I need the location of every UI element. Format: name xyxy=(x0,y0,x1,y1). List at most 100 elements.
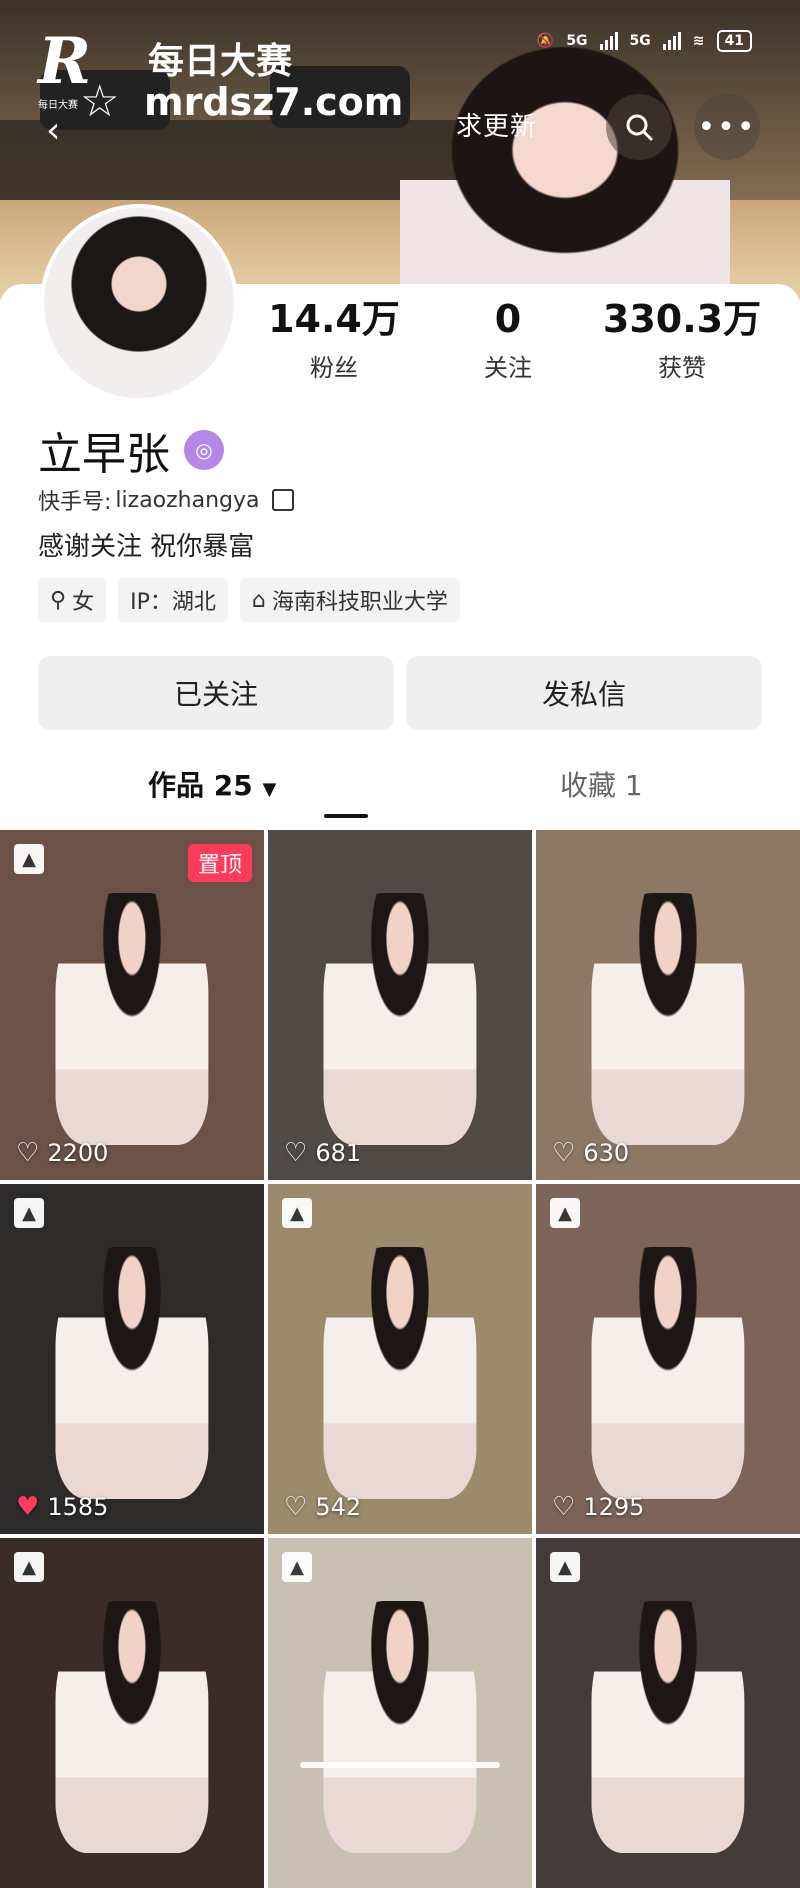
chevron-down-icon: ▼ xyxy=(262,779,277,800)
ip-location-tag: IP：湖北 xyxy=(118,578,228,622)
wifi-icon: ≋ xyxy=(692,33,705,49)
likes-received-count: 330.3万 xyxy=(602,297,762,341)
heart-outline-icon: ♡ xyxy=(284,1492,308,1522)
search-button[interactable] xyxy=(606,94,672,160)
post-photo-subject xyxy=(55,1247,209,1499)
post-photo-subject xyxy=(55,893,209,1145)
image-post-icon: ▲ xyxy=(14,1552,44,1582)
likes-stat[interactable]: 330.3万 获赞 xyxy=(592,296,772,383)
more-dots-icon: ••• xyxy=(697,109,757,145)
gender-tag: ⚲ 女 xyxy=(38,578,107,622)
home-indicator[interactable] xyxy=(300,1762,500,1768)
likes-received-label: 获赞 xyxy=(658,354,706,382)
post-thumbnail[interactable]: ▲ ♡ 542 xyxy=(268,1184,532,1534)
profile-tags: ⚲ 女 IP：湖北 ⌂ 海南科技职业大学 xyxy=(38,578,460,622)
heart-filled-icon: ♥ xyxy=(16,1492,40,1522)
heart-outline-icon: ♡ xyxy=(16,1138,40,1168)
post-thumbnail[interactable]: ▲ 置顶 ♡ 2200 xyxy=(0,830,264,1180)
post-like-count-row: ♡ 2200 xyxy=(16,1138,108,1168)
post-like-count-row: ♡ 542 xyxy=(284,1492,361,1522)
tab-works-label: 作品 25 xyxy=(148,769,253,802)
post-thumbnail[interactable]: ▲ xyxy=(268,1538,532,1888)
post-photo-subject xyxy=(591,893,745,1145)
female-icon: ⚲ xyxy=(50,587,67,613)
copy-icon[interactable] xyxy=(271,489,294,511)
avatar[interactable] xyxy=(40,204,238,402)
heart-outline-icon: ♡ xyxy=(552,1492,576,1522)
post-thumbnail[interactable]: ▲ xyxy=(536,1538,800,1888)
active-tab-indicator xyxy=(324,814,368,818)
battery-indicator: 41 xyxy=(716,30,752,52)
image-post-icon: ▲ xyxy=(550,1552,580,1582)
graduation-cap-icon: ⌂ xyxy=(251,587,266,613)
post-like-count: 542 xyxy=(315,1493,362,1521)
following-count: 0 xyxy=(494,297,522,341)
request-update-button[interactable]: 求更新 xyxy=(456,106,537,143)
post-photo-subject xyxy=(591,1247,745,1499)
school-tag-text: 海南科技职业大学 xyxy=(271,590,448,615)
post-like-count-row: ♡ 681 xyxy=(284,1138,361,1168)
gender-tag-text: 女 xyxy=(72,590,95,615)
heart-outline-icon: ♡ xyxy=(284,1138,308,1168)
verified-badge-icon[interactable]: ◎ xyxy=(184,430,224,470)
followed-button[interactable]: 已关注 xyxy=(38,656,394,730)
network-label-1: 5G xyxy=(566,33,588,49)
post-thumbnail[interactable]: ♡ 630 xyxy=(536,830,800,1180)
followers-label: 粉丝 xyxy=(310,354,358,382)
post-thumbnail[interactable]: ▲ ♡ 1295 xyxy=(536,1184,800,1534)
following-stat[interactable]: 0 关注 xyxy=(418,296,598,383)
post-photo-subject xyxy=(591,1601,745,1853)
followers-stat[interactable]: 14.4万 粉丝 xyxy=(244,296,424,383)
search-icon xyxy=(626,114,653,141)
mute-icon: 🔕 xyxy=(536,33,555,49)
post-photo-subject xyxy=(323,1601,477,1853)
post-photo-subject xyxy=(323,1247,477,1499)
more-options-button[interactable]: ••• xyxy=(694,94,760,160)
post-thumbnail[interactable]: ▲ xyxy=(0,1538,264,1888)
post-like-count: 681 xyxy=(315,1139,362,1167)
image-post-icon: ▲ xyxy=(550,1198,580,1228)
heart-outline-icon: ♡ xyxy=(552,1138,576,1168)
watermark: R ☆ 每日大赛 每日大赛 mrdsz7.com xyxy=(38,30,403,128)
image-post-icon: ▲ xyxy=(282,1198,312,1228)
image-post-icon: ▲ xyxy=(14,1198,44,1228)
image-post-icon: ▲ xyxy=(14,844,44,874)
post-thumbnail[interactable]: ♡ 681 xyxy=(268,830,532,1180)
send-message-button[interactable]: 发私信 xyxy=(406,656,762,730)
post-like-count: 2200 xyxy=(47,1139,109,1167)
post-like-count: 630 xyxy=(583,1139,630,1167)
post-like-count-row: ♡ 1295 xyxy=(552,1492,644,1522)
following-label: 关注 xyxy=(484,354,532,382)
post-thumbnail[interactable]: ▲ ♥ 1585 xyxy=(0,1184,264,1534)
network-label-2: 5G xyxy=(629,33,651,49)
watermark-small-text: 每日大赛 xyxy=(38,100,78,111)
kuaishou-id-row: 快手号: lizaozhangya xyxy=(38,484,294,516)
watermark-title: 每日大赛 xyxy=(148,41,293,82)
tab-favorites[interactable]: 收藏 1 xyxy=(560,764,643,804)
profile-tabs: 作品 25 ▼ 收藏 1 xyxy=(0,764,800,824)
posts-grid: ▲ 置顶 ♡ 2200 ♡ 681 ♡ 630 ▲ ♥ 1585 ▲ ♡ 542 ▲ ♡ 1295 ▲ ▲ ▲ xyxy=(0,830,800,1888)
post-like-count-row: ♥ 1585 xyxy=(16,1492,108,1522)
school-tag[interactable]: ⌂ 海南科技职业大学 xyxy=(239,578,460,622)
post-photo-subject xyxy=(55,1601,209,1853)
signal-icon xyxy=(599,32,618,50)
watermark-url: mrdsz7.com xyxy=(144,80,404,124)
post-like-count-row: ♡ 630 xyxy=(552,1138,629,1168)
pinned-badge: 置顶 xyxy=(187,844,252,882)
watermark-star-icon: ☆ xyxy=(80,76,120,127)
image-post-icon: ▲ xyxy=(282,1552,312,1582)
status-bar: 🔕 5G 5G ≋ 41 xyxy=(537,30,752,52)
profile-name-row: 立早张 ◎ xyxy=(38,418,224,482)
tab-works[interactable]: 作品 25 ▼ xyxy=(148,764,368,818)
post-photo-subject xyxy=(323,893,477,1145)
post-like-count: 1585 xyxy=(47,1493,109,1521)
followers-count: 14.4万 xyxy=(268,297,400,341)
profile-bio: 感谢关注 祝你暴富 xyxy=(38,532,255,562)
profile-name: 立早张 xyxy=(38,429,170,480)
back-arrow-icon[interactable]: ‹ xyxy=(46,110,60,151)
ip-tag-text: IP：湖北 xyxy=(130,590,216,615)
post-like-count: 1295 xyxy=(583,1493,645,1521)
kuaishou-id-label: 快手号: xyxy=(38,490,112,515)
signal-icon xyxy=(662,32,681,50)
kuaishou-id-value: lizaozhangya xyxy=(115,487,260,513)
